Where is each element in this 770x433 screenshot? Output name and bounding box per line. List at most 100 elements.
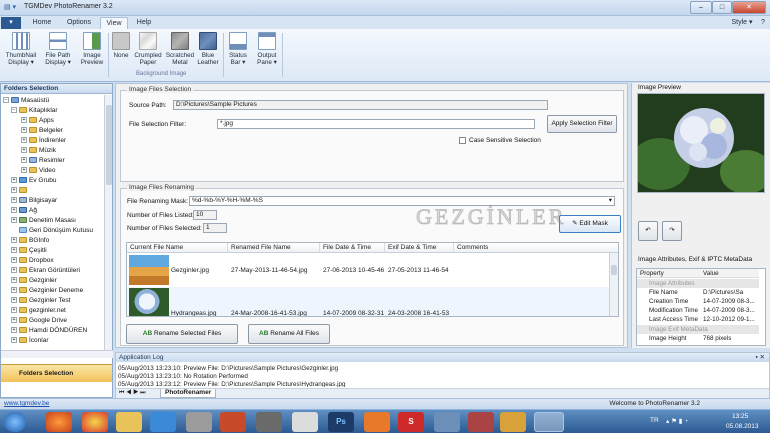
source-path-field[interactable]: D:\Pictures\Sample Pictures: [173, 100, 548, 110]
quick-access-icon[interactable]: ▤ ▾: [4, 3, 20, 13]
apply-filter-button[interactable]: Apply Selection Filter: [547, 115, 617, 133]
tree-node[interactable]: + BGInfo: [11, 236, 49, 246]
minimize-button[interactable]: –: [690, 1, 712, 14]
table-row[interactable]: Gezginler.jpg 27-May-2013-11-46-54.jpg 2…: [127, 254, 609, 286]
tree-node[interactable]: +: [11, 186, 29, 196]
rename-selected-label: Rename Selected Files: [154, 330, 222, 337]
tray-icons[interactable]: ▴ ⚑ ▮ ◔: [666, 417, 688, 425]
log-nav-arrows[interactable]: ⏮ ◀ ▶ ⏭: [119, 390, 146, 397]
file-path-display-button[interactable]: File Path Display ▾: [42, 32, 74, 74]
status-bar-button[interactable]: Status Bar ▾: [226, 32, 250, 74]
app-icon[interactable]: [220, 412, 246, 432]
app-icon[interactable]: [256, 412, 282, 432]
help-icon[interactable]: ?: [758, 17, 768, 29]
tree-node[interactable]: + Çeşitli: [11, 246, 47, 256]
table-scrollbar[interactable]: [609, 253, 618, 316]
metadata-category[interactable]: Image Exif MetaData: [637, 325, 759, 334]
tree-node[interactable]: + Hamdi DÖNDÜREN: [11, 326, 87, 336]
close-button[interactable]: ✕: [732, 1, 766, 14]
tree-node[interactable]: + Gezginler Deneme: [11, 286, 83, 296]
chrome-icon[interactable]: [82, 412, 108, 432]
col-renamed[interactable]: Renamed File Name: [228, 243, 320, 253]
app-s-icon[interactable]: S: [398, 412, 424, 432]
tab-options[interactable]: Options: [61, 17, 97, 29]
folders-selection-nav[interactable]: Folders Selection: [1, 364, 112, 382]
files-table[interactable]: Current File Name Renamed File Name File…: [126, 242, 619, 317]
photorenamer-taskbar-button[interactable]: [534, 412, 564, 432]
app-icon[interactable]: [364, 412, 390, 432]
tree-node[interactable]: + Denetim Masası: [11, 216, 76, 226]
tab-help[interactable]: Help: [132, 17, 156, 29]
thumbnail-display-button[interactable]: ThumbNail Display ▾: [4, 32, 38, 74]
tree-node[interactable]: + Gezginler: [11, 276, 57, 286]
tree-node[interactable]: + İndirenler: [21, 136, 66, 146]
row-current: Hydrangeas.jpg: [171, 310, 217, 317]
tab-view[interactable]: View: [100, 17, 128, 29]
col-file-date[interactable]: File Date & Time: [320, 243, 385, 253]
background-scratched-metal-button[interactable]: Scratched Metal: [164, 32, 196, 74]
tree-node[interactable]: + Video: [21, 166, 56, 176]
tree-node[interactable]: + Müzik: [21, 146, 56, 156]
table-row[interactable]: Hydrangeas.jpg 24-Mar-2008-16-41-53.jpg …: [127, 287, 609, 317]
folder-tree[interactable]: − Masaüstü − Kitaplıklar + Apps + Belgeler +…: [1, 95, 105, 350]
style-menu[interactable]: Style ▾: [728, 17, 756, 29]
tree-node[interactable]: − Kitaplıklar: [11, 106, 58, 116]
background-crumpled-paper-button[interactable]: Crumpled Paper: [133, 32, 163, 74]
log-tab[interactable]: PhotoRenamer: [160, 389, 217, 398]
output-pane-button[interactable]: Output Pane ▾: [254, 32, 280, 74]
tree-node[interactable]: + Ev Grubu: [11, 176, 56, 186]
rotate-right-button[interactable]: ↷: [662, 221, 682, 241]
firefox-icon[interactable]: [46, 412, 72, 432]
col-comments[interactable]: Comments: [454, 243, 618, 253]
app-icon[interactable]: [434, 412, 460, 432]
tree-node[interactable]: + Google Drive: [11, 316, 67, 326]
edit-mask-button[interactable]: ✎ Edit Mask: [559, 215, 621, 233]
ie-icon[interactable]: [150, 412, 176, 432]
tree-node[interactable]: + gezginler.net: [11, 306, 66, 316]
metadata-grid[interactable]: Property Value Image Attributes File Name…: [636, 268, 766, 346]
tree-node[interactable]: + Apps: [21, 116, 54, 126]
photoshop-icon[interactable]: Ps: [328, 412, 354, 432]
app-icon[interactable]: [186, 412, 212, 432]
col-current[interactable]: Current File Name: [127, 243, 228, 253]
folder-tree-scrollbar[interactable]: [104, 95, 112, 350]
output-pane-icon: [258, 32, 276, 50]
pin-icon[interactable]: ▪ ✕: [755, 353, 765, 362]
tree-node[interactable]: + Belgeler: [21, 126, 63, 136]
col-exif-date[interactable]: Exif Date & Time: [385, 243, 454, 253]
tree-node[interactable]: + Ekran Görüntüleri: [11, 266, 80, 276]
background-blue-leather-button[interactable]: Blue Leather: [196, 32, 220, 74]
explorer-icon[interactable]: [116, 412, 142, 432]
tree-node[interactable]: + Ağ: [11, 206, 37, 216]
rotate-left-button[interactable]: ↶: [638, 221, 658, 241]
tree-node[interactable]: + Bilgisayar: [11, 196, 57, 206]
app-icon[interactable]: [468, 412, 494, 432]
app-menu-button[interactable]: ▾: [1, 17, 21, 29]
clock-time[interactable]: 13:25: [732, 413, 748, 420]
app-icon[interactable]: [500, 412, 526, 432]
start-button[interactable]: [4, 412, 26, 432]
metadata-category[interactable]: Image Attributes: [637, 279, 759, 288]
image-preview-button[interactable]: Image Preview: [78, 32, 106, 74]
tree-node[interactable]: + Dropbox: [11, 256, 54, 266]
thumbnail-image: [129, 288, 169, 316]
language-indicator[interactable]: TR: [650, 417, 659, 424]
folder-tree-hscrollbar[interactable]: [1, 350, 113, 358]
scroll-thumb[interactable]: [106, 105, 112, 185]
scroll-thumb[interactable]: [611, 265, 617, 275]
tree-node[interactable]: + Gezginler Test: [11, 296, 70, 306]
background-none-button[interactable]: None: [111, 32, 131, 74]
rename-selected-button[interactable]: AB Rename Selected Files: [126, 324, 238, 344]
tree-node[interactable]: + Resimler: [21, 156, 65, 166]
app-icon[interactable]: [292, 412, 318, 432]
case-sensitive-checkbox[interactable]: [459, 137, 466, 144]
tree-node[interactable]: Geri Dönüşüm Kutusu: [11, 226, 93, 236]
website-link[interactable]: www.tgmdev.be: [4, 399, 49, 409]
maximize-button[interactable]: □: [712, 1, 732, 14]
tree-node[interactable]: − Masaüstü: [3, 96, 49, 106]
filter-input[interactable]: *.jpg: [217, 119, 535, 129]
tree-node[interactable]: + İconlar: [11, 336, 49, 346]
clock-date[interactable]: 05.08.2013: [726, 423, 759, 430]
rename-all-button[interactable]: AB Rename All Files: [248, 324, 330, 344]
tab-home[interactable]: Home: [28, 17, 56, 29]
